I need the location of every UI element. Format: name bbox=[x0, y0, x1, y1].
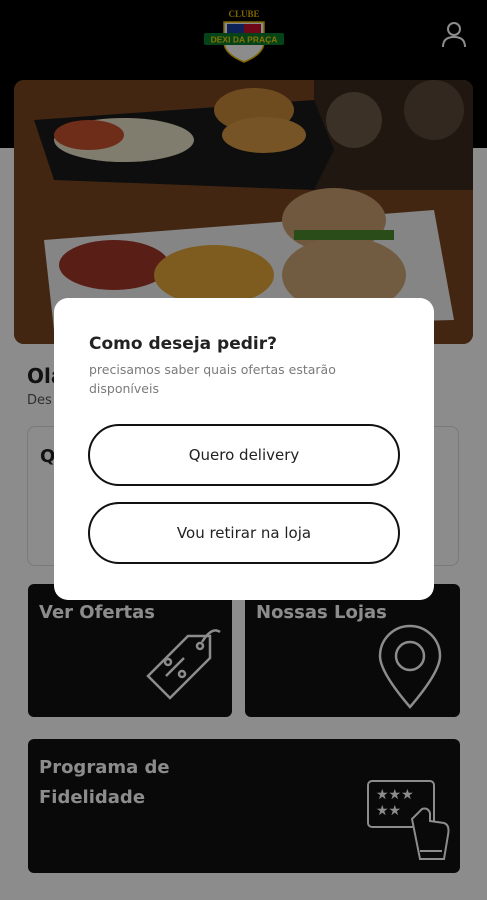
order-type-modal: Como deseja pedir? precisamos saber quai… bbox=[54, 298, 434, 600]
pickup-button[interactable]: Vou retirar na loja bbox=[88, 502, 400, 564]
delivery-button[interactable]: Quero delivery bbox=[88, 424, 400, 486]
modal-subtitle: precisamos saber quais ofertas estarão d… bbox=[89, 362, 336, 396]
modal-title: Como deseja pedir? bbox=[89, 334, 277, 354]
